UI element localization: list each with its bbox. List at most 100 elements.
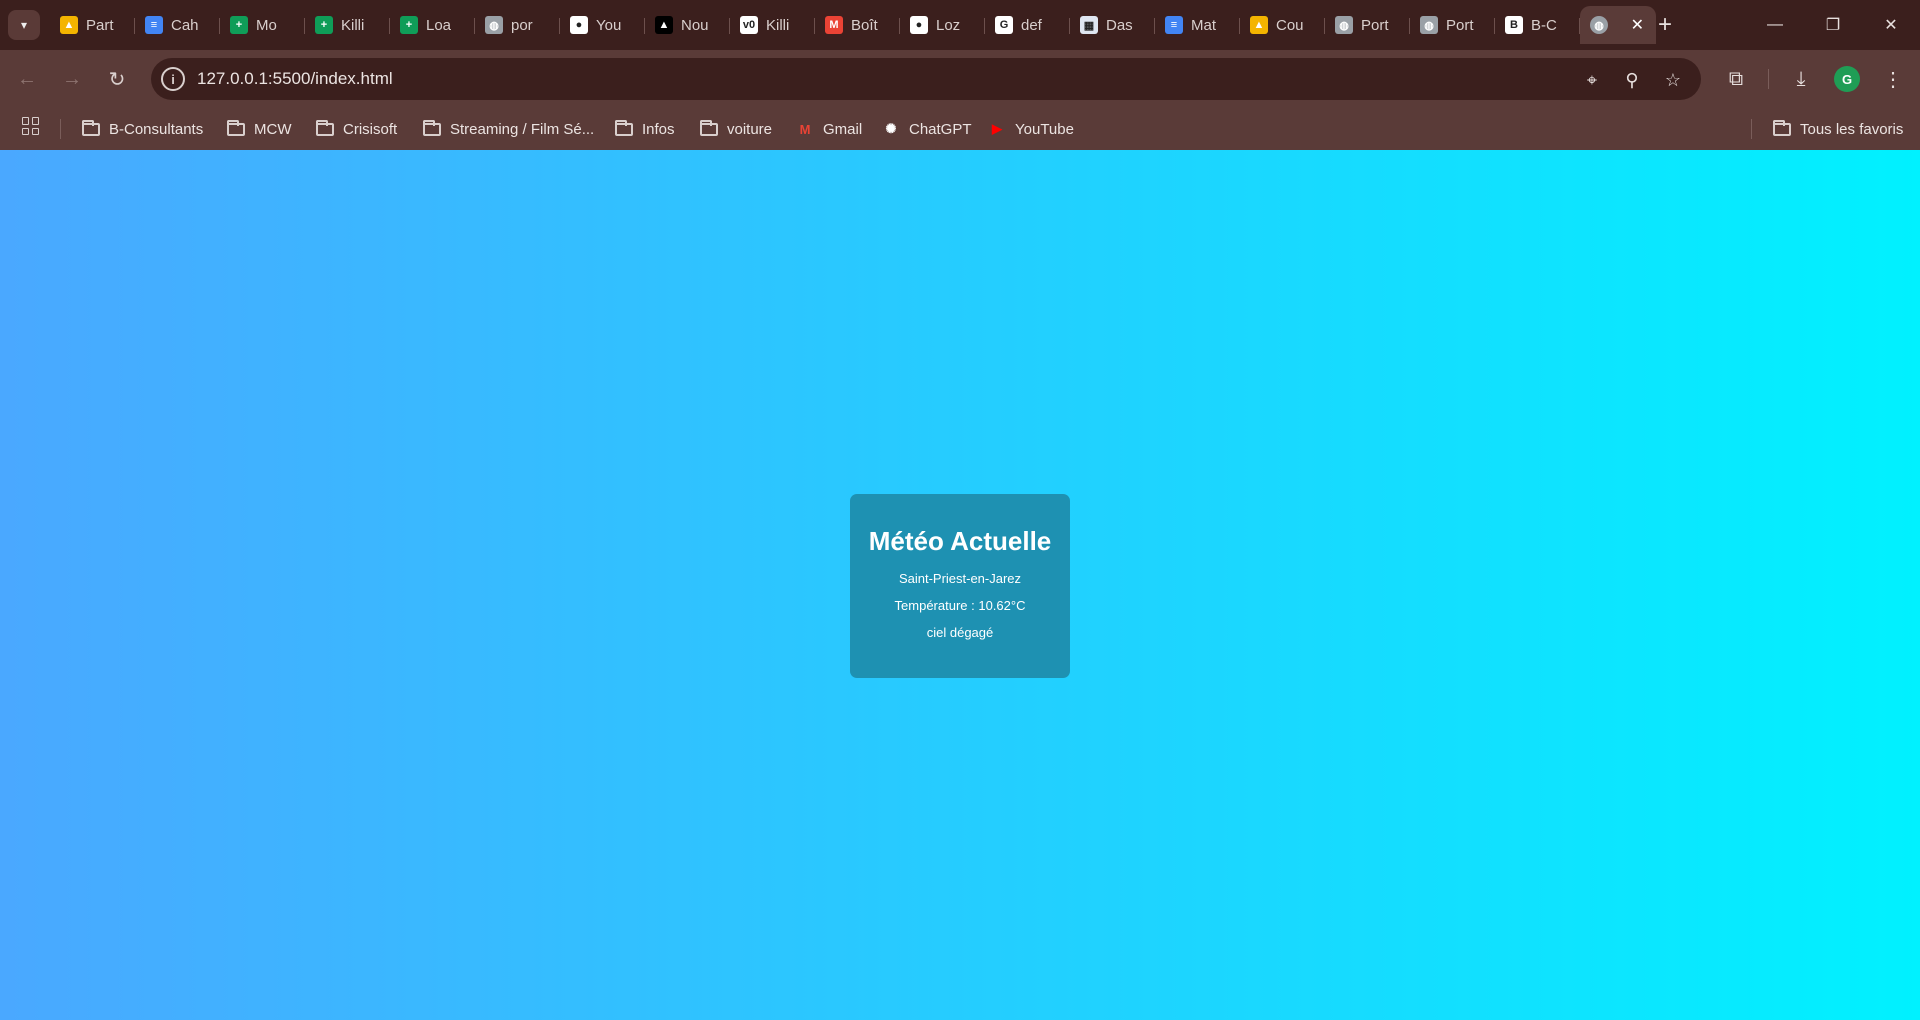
bookmark-label: MCW <box>254 120 292 138</box>
youtube-icon: ▶ <box>992 121 1002 136</box>
browser-tab[interactable]: ▲ Part <box>50 6 135 44</box>
browser-tab[interactable]: v0 Killi <box>730 6 815 44</box>
folder-icon <box>699 119 719 137</box>
tab-label: Cah <box>171 16 199 34</box>
bookmark-label: Infos <box>642 120 675 138</box>
google-drive-icon: ▲ <box>1250 16 1268 34</box>
browser-tab[interactable]: ◍ Port <box>1410 6 1495 44</box>
browser-tab[interactable]: ▲ Cou <box>1240 6 1325 44</box>
google-docs-icon: ≡ <box>145 16 163 34</box>
bookmarks-divider-right <box>1751 119 1752 139</box>
google-sheets-icon: + <box>315 16 333 34</box>
location-pin-icon[interactable]: ⌖ <box>1579 67 1605 93</box>
menu-kebab-icon[interactable]: ⋮ <box>1876 62 1910 96</box>
arrow-right-icon: → <box>62 67 82 90</box>
chevron-down-icon: ▾ <box>20 18 28 32</box>
browser-tab[interactable]: ≡ Mat <box>1155 6 1240 44</box>
bookmark-label: Gmail <box>823 120 863 138</box>
browser-tab[interactable]: M Boît <box>815 6 900 44</box>
tab-label: You <box>596 16 622 34</box>
site-info-icon[interactable]: i <box>161 67 185 91</box>
tab-label: Port <box>1446 16 1474 34</box>
calendar-grid-icon: ▦ <box>1080 16 1098 34</box>
browser-tab[interactable]: ◍ Port <box>1325 6 1410 44</box>
weather-title: Météo Actuelle <box>868 526 1052 556</box>
close-icon: ✕ <box>1884 17 1898 34</box>
browser-toolbar: ← → ↻ i 127.0.0.1:5500/index.html ⌖ ⚲ ☆ … <box>0 50 1920 108</box>
tab-label: Das <box>1106 16 1133 34</box>
extensions-icon[interactable]: ⧉ <box>1719 62 1753 96</box>
gmail-icon: M <box>825 16 843 34</box>
restore-icon: ❐ <box>1825 17 1841 34</box>
apps-grid-icon[interactable] <box>22 117 40 135</box>
tab-label: Loa <box>426 16 452 34</box>
all-bookmarks-label: Tous les favoris <box>1800 120 1904 138</box>
close-window-button[interactable]: ✕ <box>1862 0 1920 50</box>
browser-tab[interactable]: ◍ por <box>475 6 560 44</box>
address-bar[interactable]: i 127.0.0.1:5500/index.html ⌖ ⚲ ☆ <box>151 58 1701 100</box>
bookmark-label: ChatGPT <box>909 120 972 138</box>
browser-tab[interactable]: + Killi <box>305 6 390 44</box>
bookmark-item[interactable]: Streaming / Film Sé... <box>422 118 594 140</box>
triangle-icon: ▲ <box>655 16 673 34</box>
browser-tab[interactable]: Gdef <box>985 6 1070 44</box>
all-bookmarks-button[interactable]: Tous les favoris <box>1772 118 1903 140</box>
browser-tab[interactable]: + Mo <box>220 6 305 44</box>
tab-label: Killi <box>341 16 365 34</box>
bookmark-label: YouTube <box>1015 120 1074 138</box>
bookmark-item[interactable]: voiture <box>699 118 772 140</box>
minimize-icon: — <box>1767 16 1783 33</box>
bookmarks-bar: Tous les favoris B-Consultants MCW Crisiso… <box>0 108 1920 150</box>
active-tab[interactable]: ◍ ✕ <box>1580 6 1656 44</box>
github-icon: ● <box>570 16 588 34</box>
bookmark-item[interactable]: Crisisoft <box>315 118 397 140</box>
browser-tab[interactable]: ▦ Das <box>1070 6 1155 44</box>
minimize-button[interactable]: — <box>1746 0 1804 50</box>
browser-tab[interactable]: ● You <box>560 6 645 44</box>
forward-button[interactable]: → <box>55 62 89 96</box>
tab-label: Boît <box>851 16 878 34</box>
folder-icon <box>226 119 246 137</box>
folder-icon <box>315 119 335 137</box>
folder-icon <box>614 119 634 137</box>
tab-label: Nou <box>681 16 709 34</box>
tab-label: Part <box>86 16 114 34</box>
bookmark-item[interactable]: Infos <box>614 118 675 140</box>
gmail-icon: M <box>799 121 811 137</box>
tab-label: def <box>1021 16 1042 34</box>
new-tab-button[interactable]: + <box>1650 8 1680 42</box>
bookmark-label: voiture <box>727 120 773 138</box>
restore-button[interactable]: ❐ <box>1804 0 1862 50</box>
browser-tab[interactable]: + Loa <box>390 6 475 44</box>
globe-icon: ◍ <box>485 16 503 34</box>
browser-tab[interactable]: ▲ Nou <box>645 6 730 44</box>
tab-search-button[interactable]: ▾ <box>8 10 40 40</box>
bookmark-item[interactable]: MCW <box>226 118 292 140</box>
bookmark-item[interactable]: ▶ YouTube <box>987 118 1074 140</box>
reload-button[interactable]: ↻ <box>100 62 134 96</box>
reload-icon: ↻ <box>108 68 126 91</box>
address-url[interactable]: 127.0.0.1:5500/index.html <box>197 69 393 89</box>
b-consultants-icon: B <box>1505 16 1523 34</box>
globe-icon: ◍ <box>1590 16 1608 34</box>
bookmark-item[interactable]: ✺ ChatGPT <box>881 118 972 140</box>
bookmark-item[interactable]: M Gmail <box>795 118 863 140</box>
back-button[interactable]: ← <box>10 62 44 96</box>
browser-tab[interactable]: ≡ Cah <box>135 6 220 44</box>
profile-avatar[interactable]: G <box>1834 66 1860 92</box>
globe-icon: ◍ <box>1420 16 1438 34</box>
zoom-icon[interactable]: ⚲ <box>1619 67 1645 93</box>
google-docs-icon: ≡ <box>1165 16 1183 34</box>
close-tab-icon[interactable]: ✕ <box>1631 15 1644 35</box>
weather-city: Saint-Priest-en-Jarez <box>898 571 1022 586</box>
chatgpt-icon: ✺ <box>885 121 897 136</box>
bookmark-star-icon[interactable]: ☆ <box>1660 67 1686 93</box>
bookmark-item[interactable]: B-Consultants <box>81 118 203 140</box>
download-icon[interactable]: ⤓ <box>1784 62 1818 96</box>
weather-description: ciel dégagé <box>926 625 994 640</box>
tabs: ▲ Part ≡ Cah + Mo + Killi + Loa ◍ por ● You ▲ Nou v0 Kill… <box>50 6 1656 44</box>
bookmark-label: Streaming / Film Sé... <box>450 120 595 138</box>
browser-tab[interactable]: B B-C <box>1495 6 1580 44</box>
page-content: Météo Actuelle Saint-Priest-en-Jarez Tem… <box>0 150 1920 1020</box>
browser-tab[interactable]: ● Loz <box>900 6 985 44</box>
